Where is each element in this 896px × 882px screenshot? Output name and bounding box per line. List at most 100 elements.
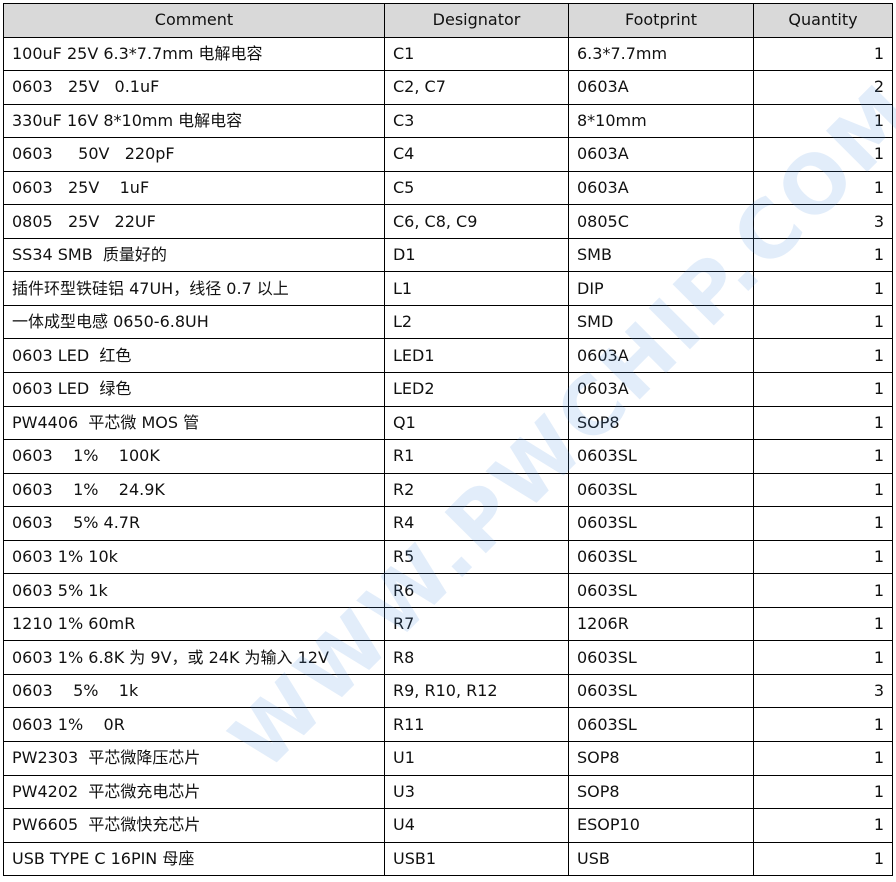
cell-comment: PW4406 平芯微 MOS 管 [3, 405, 385, 441]
cell-footprint: 0603SL [568, 640, 754, 675]
header-row: Comment Designator Footprint Quantity [3, 3, 893, 38]
cell-quantity: 1 [753, 472, 893, 508]
cell-footprint: USB [568, 841, 754, 877]
cell-quantity: 3 [753, 204, 893, 239]
cell-designator: L1 [384, 271, 569, 306]
table-row: 0805 25V 22UF C6, C8, C9 0805C 3 [3, 204, 893, 239]
cell-quantity: 1 [753, 573, 893, 608]
cell-quantity: 1 [753, 506, 893, 541]
table-row: 0603 50V 220pF C4 0603A 1 [3, 137, 893, 172]
cell-footprint: 6.3*7.7mm [568, 36, 754, 72]
cell-designator: C3 [384, 103, 569, 139]
cell-designator: R5 [384, 539, 569, 575]
table-row: 330uF 16V 8*10mm 电解电容 C3 8*10mm 1 [3, 103, 893, 139]
cell-comment: 0603 1% 6.8K 为 9V，或 24K 为输入 12V [3, 640, 385, 675]
cell-designator: R7 [384, 606, 569, 642]
cell-footprint: 0603SL [568, 472, 754, 508]
table-row: 0603 25V 1uF C5 0603A 1 [3, 170, 893, 206]
table-row: 0603 5% 4.7R R4 0603SL 1 [3, 506, 893, 541]
cell-footprint: SMD [568, 304, 754, 340]
table-row: 插件环型铁硅铝 47UH，线径 0.7 以上 L1 DIP 1 [3, 271, 893, 306]
table-row: PW6605 平芯微快充芯片 U4 ESOP10 1 [3, 808, 893, 843]
cell-comment: 330uF 16V 8*10mm 电解电容 [3, 103, 385, 139]
cell-designator: R8 [384, 640, 569, 675]
cell-quantity: 1 [753, 36, 893, 72]
cell-comment: 0603 LED 红色 [3, 338, 385, 374]
cell-comment: 0603 LED 绿色 [3, 372, 385, 407]
cell-footprint: SOP8 [568, 741, 754, 776]
cell-quantity: 1 [753, 405, 893, 441]
cell-footprint: 0805C [568, 204, 754, 239]
table-row: 0603 5% 1k R9, R10, R12 0603SL 3 [3, 673, 893, 709]
cell-footprint: 1206R [568, 606, 754, 642]
cell-designator: C6, C8, C9 [384, 204, 569, 239]
cell-designator: D1 [384, 237, 569, 273]
cell-designator: R11 [384, 707, 569, 743]
cell-designator: R2 [384, 472, 569, 508]
cell-footprint: 0603SL [568, 573, 754, 608]
cell-designator: R9, R10, R12 [384, 673, 569, 709]
cell-designator: U4 [384, 808, 569, 843]
cell-comment: USB TYPE C 16PIN 母座 [3, 841, 385, 877]
cell-comment: 0603 50V 220pF [3, 137, 385, 172]
table-row: 0603 1% 0R R11 0603SL 1 [3, 707, 893, 743]
cell-quantity: 1 [753, 741, 893, 776]
cell-footprint: SMB [568, 237, 754, 273]
table-row: 1210 1% 60mR R7 1206R 1 [3, 606, 893, 642]
cell-designator: C4 [384, 137, 569, 172]
cell-quantity: 1 [753, 841, 893, 877]
cell-quantity: 3 [753, 673, 893, 709]
cell-quantity: 1 [753, 271, 893, 306]
table-row: 0603 25V 0.1uF C2, C7 0603A 2 [3, 70, 893, 105]
cell-comment: 0603 25V 0.1uF [3, 70, 385, 105]
cell-footprint: 0603SL [568, 439, 754, 474]
cell-footprint: 0603A [568, 338, 754, 374]
table-row: 100uF 25V 6.3*7.7mm 电解电容 C1 6.3*7.7mm 1 [3, 36, 893, 72]
cell-comment: 0603 1% 24.9K [3, 472, 385, 508]
cell-comment: SS34 SMB 质量好的 [3, 237, 385, 273]
cell-comment: 0603 1% 0R [3, 707, 385, 743]
table-row: 0603 5% 1k R6 0603SL 1 [3, 573, 893, 608]
table-row: 0603 1% 100K R1 0603SL 1 [3, 439, 893, 474]
cell-quantity: 1 [753, 640, 893, 675]
cell-designator: R4 [384, 506, 569, 541]
cell-designator: LED2 [384, 372, 569, 407]
cell-quantity: 1 [753, 539, 893, 575]
header-designator: Designator [384, 3, 569, 38]
cell-quantity: 1 [753, 338, 893, 374]
table-row: 0603 LED 红色 LED1 0603A 1 [3, 338, 893, 374]
cell-footprint: 0603A [568, 137, 754, 172]
cell-quantity: 1 [753, 103, 893, 139]
cell-comment: PW4202 平芯微充电芯片 [3, 774, 385, 810]
cell-quantity: 1 [753, 170, 893, 206]
cell-footprint: SOP8 [568, 774, 754, 810]
cell-footprint: 8*10mm [568, 103, 754, 139]
header-quantity: Quantity [753, 3, 893, 38]
table-row: PW4406 平芯微 MOS 管 Q1 SOP8 1 [3, 405, 893, 441]
cell-footprint: 0603SL [568, 673, 754, 709]
cell-comment: 0805 25V 22UF [3, 204, 385, 239]
cell-comment: 插件环型铁硅铝 47UH，线径 0.7 以上 [3, 271, 385, 306]
bom-table: Comment Designator Footprint Quantity 10… [3, 3, 893, 877]
cell-comment: PW2303 平芯微降压芯片 [3, 741, 385, 776]
cell-footprint: SOP8 [568, 405, 754, 441]
table-row: 一体成型电感 0650-6.8UH L2 SMD 1 [3, 304, 893, 340]
cell-designator: R1 [384, 439, 569, 474]
header-footprint: Footprint [568, 3, 754, 38]
cell-quantity: 1 [753, 707, 893, 743]
cell-designator: R6 [384, 573, 569, 608]
cell-footprint: ESOP10 [568, 808, 754, 843]
cell-designator: C1 [384, 36, 569, 72]
cell-comment: 100uF 25V 6.3*7.7mm 电解电容 [3, 36, 385, 72]
cell-comment: 0603 5% 1k [3, 673, 385, 709]
table-row: SS34 SMB 质量好的 D1 SMB 1 [3, 237, 893, 273]
cell-quantity: 1 [753, 137, 893, 172]
cell-quantity: 1 [753, 606, 893, 642]
cell-footprint: 0603SL [568, 707, 754, 743]
cell-designator: U1 [384, 741, 569, 776]
cell-designator: L2 [384, 304, 569, 340]
cell-designator: LED1 [384, 338, 569, 374]
cell-quantity: 1 [753, 237, 893, 273]
cell-designator: C2, C7 [384, 70, 569, 105]
cell-comment: 0603 25V 1uF [3, 170, 385, 206]
